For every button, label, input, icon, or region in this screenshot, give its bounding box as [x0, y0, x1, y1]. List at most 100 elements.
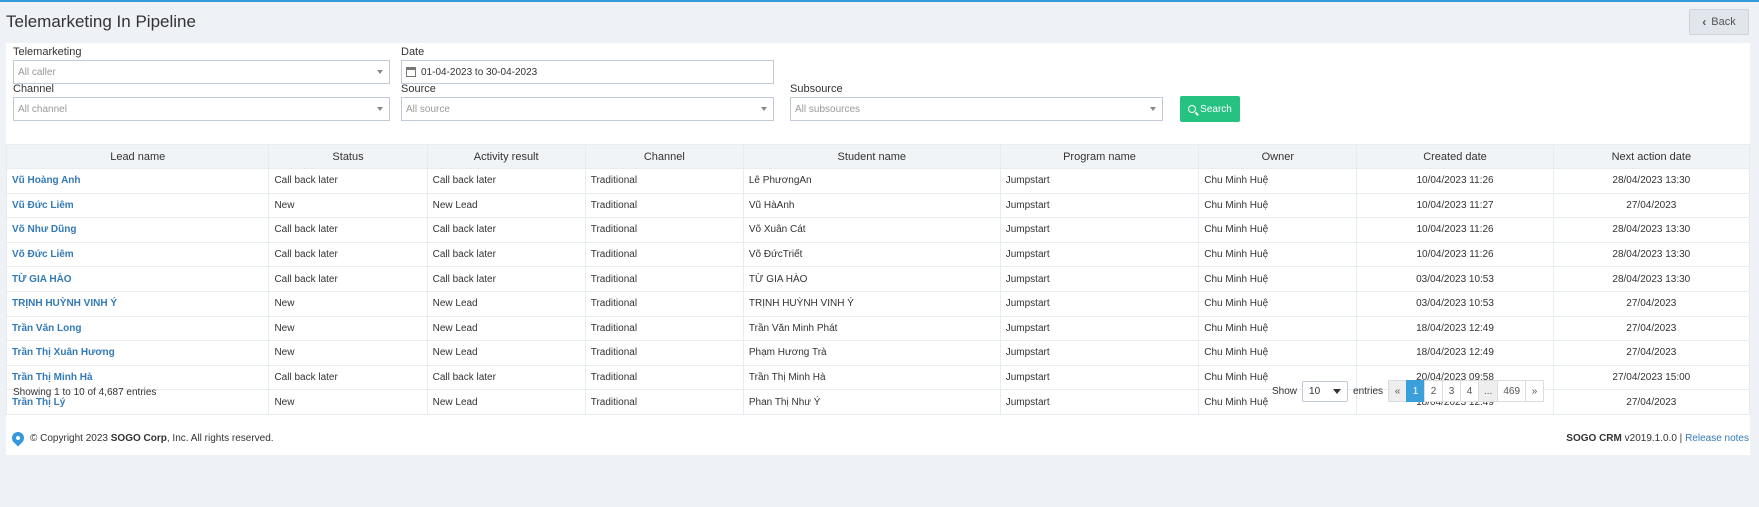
table-cell: Call back later: [268, 266, 428, 292]
page-length-select[interactable]: 10: [1302, 381, 1349, 402]
table-cell: 27/04/2023: [1552, 315, 1751, 342]
table-cell: Traditional: [584, 364, 744, 391]
table-cell: Call back later: [268, 364, 428, 391]
column-header[interactable]: Owner: [1198, 144, 1358, 169]
table-cell: 10/04/2023 11:26: [1356, 168, 1554, 194]
table-row[interactable]: Trần Thị Xuân Hương New New Lead Traditiona…: [5, 340, 1751, 366]
caret-down-icon: [761, 107, 767, 111]
table-cell: Jumpstart: [999, 340, 1200, 366]
table-cell: Call back later: [268, 217, 428, 243]
lead-name-link[interactable]: Võ Như Dũng: [12, 224, 76, 235]
telemarketing-label: Telemarketing: [13, 46, 82, 58]
table-row[interactable]: Vũ Hoàng Anh Call back later Call back lat…: [5, 168, 1751, 194]
page-button-469[interactable]: 469: [1497, 380, 1527, 402]
lead-name-link[interactable]: Trần Thị Lý: [12, 397, 65, 408]
column-header[interactable]: Created date: [1356, 144, 1554, 169]
table-cell: 03/04/2023 10:53: [1356, 266, 1554, 292]
column-header[interactable]: Program name: [999, 144, 1200, 169]
table-cell: Chu Minh Huệ: [1198, 217, 1358, 243]
page-ellipsis[interactable]: ...: [1478, 380, 1499, 402]
show-label: Show: [1272, 386, 1298, 397]
table-row[interactable]: Võ Như Dũng Call back later Call back late…: [5, 217, 1751, 243]
date-label: Date: [401, 46, 425, 58]
table-cell: Chu Minh Huệ: [1198, 290, 1358, 317]
next-page-button[interactable]: »: [1525, 380, 1545, 402]
table-cell: 10/04/2023 11:27: [1356, 192, 1554, 219]
search-button-label: Search: [1200, 103, 1232, 115]
lead-name-link[interactable]: TRỊNH HUỲNH VINH Ý: [12, 298, 117, 309]
page-button-4[interactable]: 4: [1460, 380, 1479, 402]
version-number: v2019.1.0.0 |: [1621, 433, 1686, 444]
telemarketing-placeholder: All caller: [18, 67, 56, 78]
table-row[interactable]: TỪ GIA HÀO Call back later Call back later…: [5, 266, 1751, 292]
table-cell: 10/04/2023 11:26: [1356, 217, 1554, 243]
search-button[interactable]: Search: [1180, 96, 1240, 122]
table-cell: Jumpstart: [999, 217, 1200, 243]
calendar-icon: [406, 67, 416, 77]
table-cell: Chu Minh Huệ: [1198, 340, 1358, 366]
lead-name-link[interactable]: Trần Thị Minh Hà: [12, 372, 93, 383]
column-header[interactable]: Activity result: [426, 144, 586, 169]
table-cell: 27/04/2023 15:00: [1552, 364, 1751, 391]
table-cell: Vũ Hoàng Anh: [5, 168, 270, 194]
table-cell: Jumpstart: [999, 290, 1200, 317]
source-select[interactable]: All source: [401, 97, 774, 121]
table-cell: New: [268, 389, 428, 415]
table-cell: Lê PhươngAn: [742, 168, 1001, 194]
telemarketing-select[interactable]: All caller: [13, 60, 390, 84]
column-header[interactable]: Student name: [742, 144, 1001, 169]
column-header[interactable]: Next action date: [1552, 144, 1751, 169]
table-cell: Traditional: [584, 168, 744, 194]
table-cell: 28/04/2023 13:30: [1552, 168, 1751, 194]
prev-page-button[interactable]: «: [1388, 380, 1407, 402]
table-row[interactable]: Võ Đức Liêm Call back later Call back late…: [5, 241, 1751, 268]
lead-name-link[interactable]: TỪ GIA HÀO: [12, 274, 72, 285]
table-cell: Jumpstart: [999, 192, 1200, 219]
page-button-3[interactable]: 3: [1442, 380, 1461, 402]
table-row[interactable]: TRỊNH HUỲNH VINH Ý New New Lead Traditional…: [5, 290, 1751, 317]
page-button-1[interactable]: 1: [1406, 380, 1425, 402]
subsource-label: Subsource: [790, 83, 843, 95]
source-label: Source: [401, 83, 436, 95]
channel-label: Channel: [13, 83, 54, 95]
table-cell: Traditional: [584, 217, 744, 243]
channel-placeholder: All channel: [18, 104, 67, 115]
column-header[interactable]: Status: [268, 144, 428, 169]
table-cell: TRỊNH HUỲNH VINH Ý: [742, 290, 1001, 317]
subsource-select[interactable]: All subsources: [790, 97, 1163, 121]
table-cell: Phan Thị Như Ý: [742, 389, 1001, 415]
table-cell: TỪ GIA HÀO: [5, 266, 270, 292]
lead-name-link[interactable]: Vũ Hoàng Anh: [12, 175, 81, 186]
table-cell: Chu Minh Huệ: [1198, 192, 1358, 219]
table-row[interactable]: Vũ Đức Liêm New New Lead Traditional Vũ HàAn…: [5, 192, 1751, 219]
source-placeholder: All source: [406, 104, 450, 115]
table-cell: Jumpstart: [999, 389, 1200, 415]
lead-name-link[interactable]: Trần Thị Xuân Hương: [12, 347, 115, 358]
copyright-prefix: © Copyright 2023: [30, 433, 111, 444]
page-length-control: Show 10 entries: [1272, 381, 1383, 402]
lead-name-link[interactable]: Võ Đức Liêm: [12, 249, 74, 260]
back-button[interactable]: ‹ Back: [1689, 9, 1749, 35]
table-cell: 10/04/2023 11:26: [1356, 241, 1554, 268]
channel-select[interactable]: All channel: [13, 97, 390, 121]
page-button-2[interactable]: 2: [1424, 380, 1443, 402]
table-cell: 27/04/2023: [1552, 290, 1751, 317]
copyright-suffix: , Inc. All rights reserved.: [166, 433, 274, 444]
table-cell: 27/04/2023: [1552, 340, 1751, 366]
table-cell: Call back later: [426, 217, 586, 243]
table-cell: Call back later: [426, 168, 586, 194]
column-header[interactable]: Channel: [584, 144, 744, 169]
column-header[interactable]: Lead name: [5, 144, 270, 169]
table-row[interactable]: Trần Văn Long New New Lead Traditional Trần …: [5, 315, 1751, 342]
date-range-input[interactable]: 01-04-2023 to 30-04-2023: [401, 60, 774, 84]
table-cell: New: [268, 340, 428, 366]
table-cell: Traditional: [584, 290, 744, 317]
release-notes-link[interactable]: Release notes: [1685, 433, 1749, 444]
table-cell: Võ Đức Liêm: [5, 241, 270, 268]
lead-name-link[interactable]: Trần Văn Long: [12, 323, 81, 334]
lead-name-link[interactable]: Vũ Đức Liêm: [12, 200, 74, 211]
table-cell: 28/04/2023 13:30: [1552, 266, 1751, 292]
table-cell: Võ ĐứcTriết: [742, 241, 1001, 268]
entries-label: entries: [1353, 386, 1384, 397]
table-cell: 28/04/2023 13:30: [1552, 217, 1751, 243]
